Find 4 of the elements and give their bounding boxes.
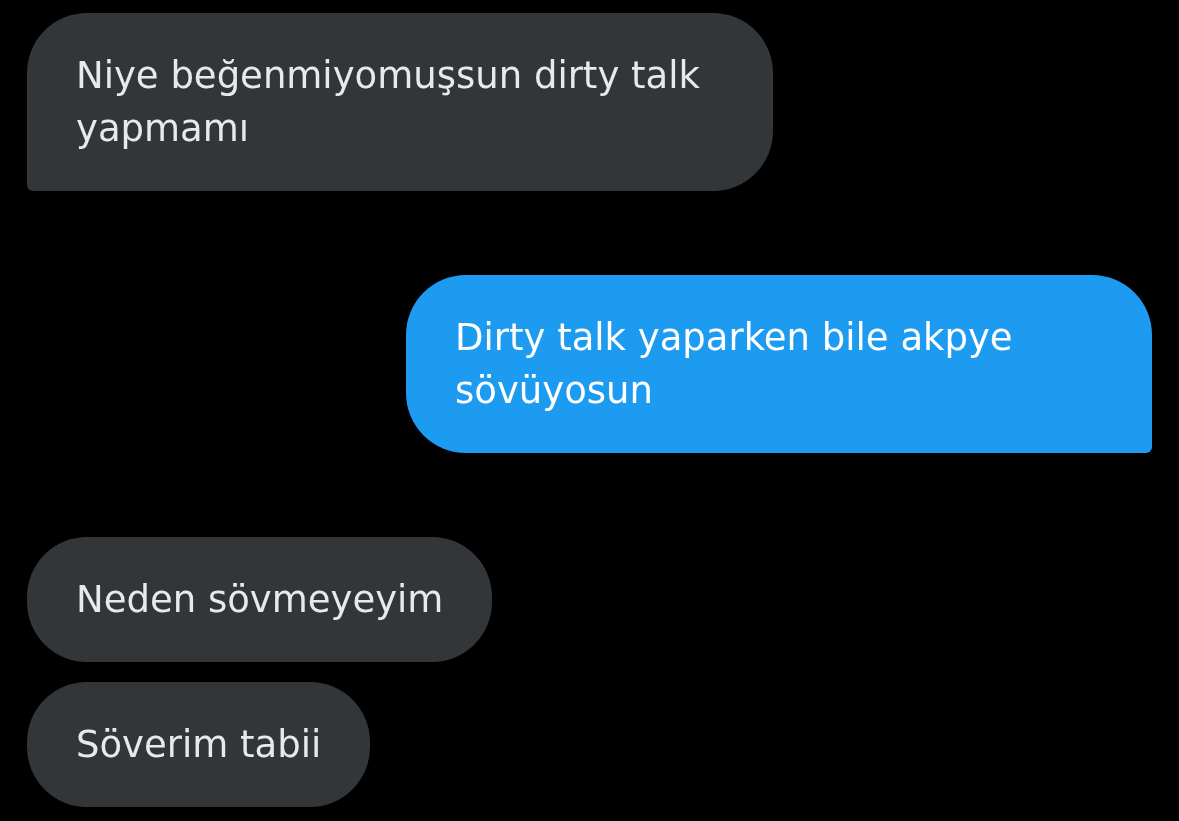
message-text: Söverim tabii — [76, 722, 322, 768]
message-text: Niye beğenmiyomuşsun dirty talk yapmamı — [76, 53, 701, 152]
message-text: Dirty talk yaparken bile akpye sövüyosun — [455, 315, 1014, 414]
message-text: Neden sövmeyeyim — [76, 577, 444, 623]
